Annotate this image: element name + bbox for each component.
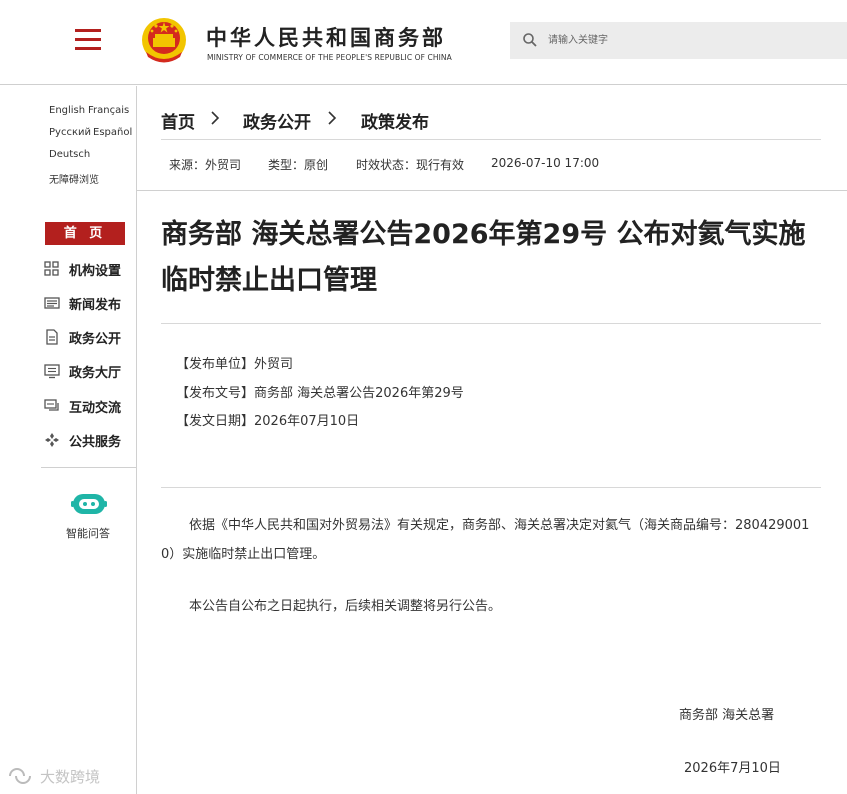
sidebar-item-public-service[interactable]: 公共服务 (44, 429, 134, 451)
sidebar-item-service-hall[interactable]: 政务大厅 (44, 360, 134, 382)
watermark-text: 大数跨境 (40, 768, 100, 786)
news-icon (44, 297, 60, 309)
lang-french-link[interactable]: Français (88, 105, 129, 116)
info-issuer: 【发布单位】外贸司 (176, 357, 294, 372)
divider (161, 139, 821, 140)
article-paragraph: 本公告自公布之日起执行，后续相关调整将另行公告。 (189, 599, 502, 614)
sidebar-item-interaction[interactable]: 互动交流 (44, 395, 134, 417)
divider (161, 323, 821, 324)
sidebar-item-label: 政务公开 (69, 332, 122, 347)
site-header: 中华人民共和国商务部 MINISTRY OF COMMERCE OF THE P… (0, 0, 847, 85)
info-issue-date: 【发文日期】2026年07月10日 (176, 414, 360, 429)
article-paragraph: 依据《中华人民共和国对外贸易法》有关规定，商务部、海关总署决定对氦气（海关商品编… (161, 518, 810, 562)
search-input[interactable] (548, 22, 838, 59)
sidebar-item-label: 互动交流 (69, 401, 122, 416)
sidebar-home-button[interactable]: 首 页 (45, 222, 125, 245)
breadcrumb-gov-affairs[interactable]: 政务公开 (243, 108, 311, 133)
sidebar-item-gov-affairs[interactable]: 政务公开 (44, 326, 134, 348)
divider (161, 487, 821, 488)
sidebar-item-label: 公共服务 (69, 435, 122, 450)
chat-icon (44, 399, 59, 411)
chevron-right-icon (211, 111, 220, 125)
chevron-right-icon (328, 111, 337, 125)
grid-icon (44, 261, 59, 276)
meta-type: 类型：原创 (268, 158, 329, 172)
robot-assistant-icon[interactable] (71, 491, 107, 517)
meta-status: 时效状态：现行有效 (356, 158, 465, 172)
sidebar-item-news[interactable]: 新闻发布 (44, 292, 134, 314)
sidebar-item-label: 新闻发布 (69, 298, 122, 313)
meta-source: 来源：外贸司 (169, 158, 242, 172)
article-signature: 商务部 海关总署 (679, 708, 775, 723)
info-document-number: 【发布文号】商务部 海关总署公告2026年第29号 (176, 386, 464, 401)
national-emblem-logo[interactable] (140, 16, 188, 66)
breadcrumb-home[interactable]: 首页 (161, 108, 195, 133)
watermark-logo: 大数跨境 (9, 768, 100, 786)
article-title: 商务部 海关总署公告2026年第29号 公布对氦气实施临时禁止出口管理 (161, 219, 806, 296)
article-date: 2026年7月10日 (684, 761, 781, 776)
service-icon (45, 433, 59, 447)
lang-russian-link[interactable]: Русский (49, 127, 91, 138)
site-subtitle: MINISTRY OF COMMERCE OF THE PEOPLE'S REP… (207, 53, 452, 62)
menu-icon[interactable] (75, 29, 101, 51)
sidebar-item-label: 机构设置 (69, 264, 122, 279)
breadcrumb-policy-release[interactable]: 政策发布 (361, 108, 429, 133)
meta-datetime: 2026-07-10 17:00 (491, 156, 600, 170)
sidebar: English Français Русский Español Deutsch… (0, 86, 137, 794)
document-icon (46, 329, 58, 345)
monitor-icon (44, 364, 60, 379)
divider (137, 190, 847, 191)
sidebar-item-organization[interactable]: 机构设置 (44, 258, 134, 280)
lang-spanish-link[interactable]: Español (93, 127, 132, 138)
accessibility-link[interactable]: 无障碍浏览 (49, 171, 99, 186)
assistant-label[interactable]: 智能问答 (66, 525, 110, 541)
sidebar-item-label: 政务大厅 (69, 366, 122, 381)
lang-german-link[interactable]: Deutsch (49, 149, 90, 160)
search-icon[interactable] (522, 32, 538, 48)
lang-english-link[interactable]: English (49, 105, 85, 116)
site-title: 中华人民共和国商务部 (206, 26, 446, 50)
search-box (510, 22, 847, 59)
sidebar-divider (41, 467, 136, 468)
